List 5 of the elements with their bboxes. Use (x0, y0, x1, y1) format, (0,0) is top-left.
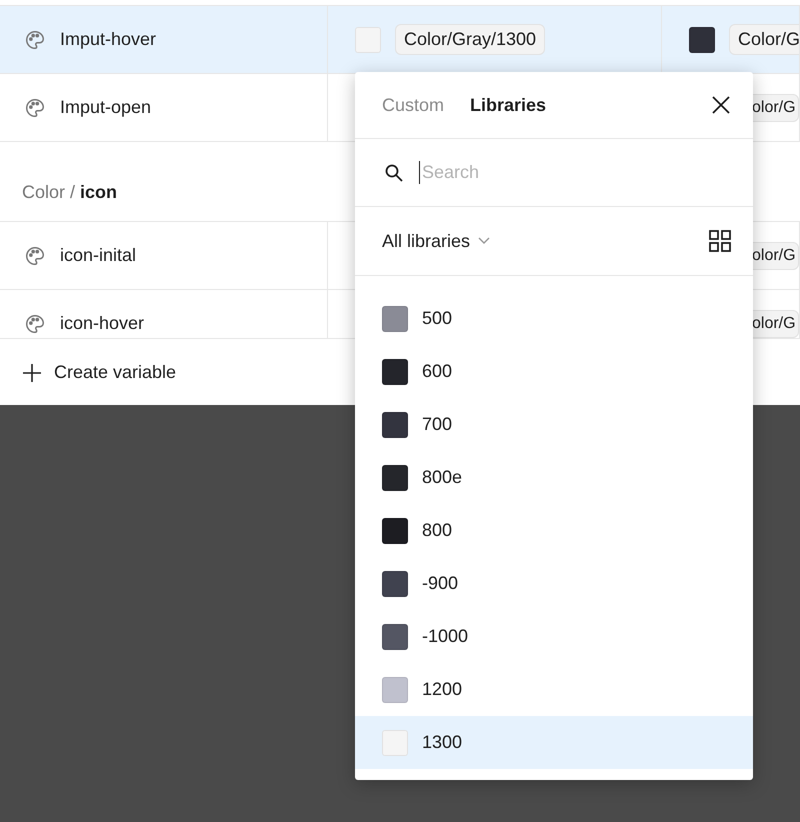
variable-name: Imput-open (60, 97, 152, 118)
variable-name: icon-inital (60, 245, 136, 266)
variable-name: Imput-hover (60, 29, 156, 50)
variable-name: icon-hover (60, 313, 144, 334)
group-title: Color / icon (22, 182, 118, 203)
